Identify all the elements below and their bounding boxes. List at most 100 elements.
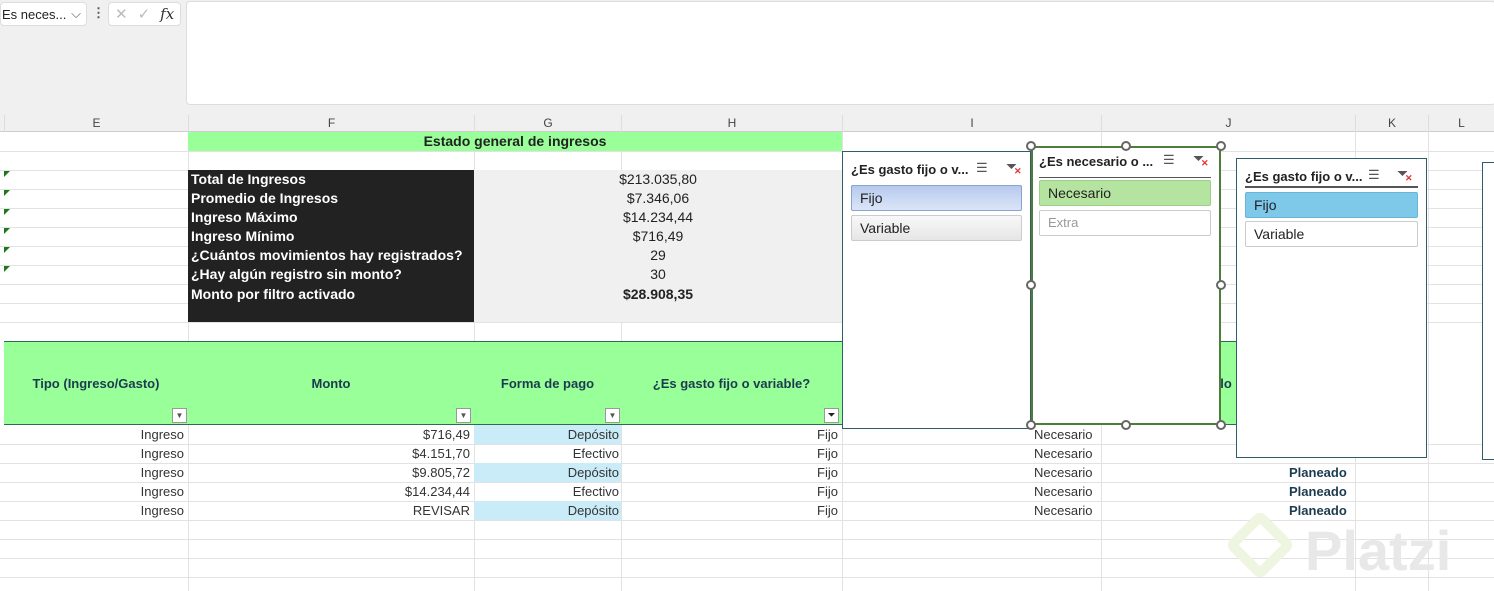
clear-filter-icon[interactable]: ⏷ ✕: [1006, 158, 1022, 176]
platzi-watermark: Platzi: [1224, 509, 1451, 583]
slicer-title: ¿Es gasto fijo o v...: [851, 162, 969, 177]
multi-select-icon[interactable]: ☰: [976, 160, 988, 176]
filter-dropdown-button[interactable]: ▼: [605, 408, 620, 423]
cell-nec[interactable]: Necesario: [1034, 425, 1093, 444]
cell-nec[interactable]: Necesario: [1034, 501, 1093, 520]
header-monto: Monto: [311, 376, 351, 391]
summary-label: Total de Ingresos: [191, 171, 306, 187]
cell-fijo[interactable]: Fijo: [621, 425, 838, 444]
cell-plan[interactable]: Planeado: [1289, 484, 1347, 499]
error-indicator: [4, 247, 10, 253]
more-options-icon[interactable]: ⋮: [92, 5, 105, 21]
summary-title: Estado general de ingresos: [188, 132, 842, 151]
multi-select-icon[interactable]: ☰: [1163, 152, 1175, 168]
column-header-k[interactable]: K: [1355, 115, 1428, 132]
chevron-down-icon[interactable]: ⌵: [71, 6, 81, 22]
cell-tipo[interactable]: Ingreso: [4, 425, 184, 444]
cell-monto[interactable]: REVISAR: [188, 501, 470, 520]
resize-handle[interactable]: [1216, 280, 1226, 290]
error-indicator: [4, 209, 10, 215]
column-header-l[interactable]: L: [1428, 115, 1494, 132]
error-indicator: [4, 171, 10, 177]
resize-handle[interactable]: [1121, 420, 1131, 430]
column-header-e[interactable]: E: [4, 115, 188, 132]
cell-pago[interactable]: Depósito: [474, 425, 621, 444]
cell-monto[interactable]: $14.234,44: [188, 482, 470, 501]
summary-values: $213.035,80 $7.346,06 $14.234,44 $716,49…: [474, 170, 842, 322]
resize-handle[interactable]: [1026, 420, 1036, 430]
cell-nec[interactable]: Necesario: [1034, 444, 1093, 463]
name-box-value: Es neces...: [2, 7, 67, 22]
clear-filter-icon[interactable]: ⏷ ✕: [1193, 150, 1209, 168]
cancel-icon[interactable]: ✕: [115, 5, 128, 23]
cell-tipo[interactable]: Ingreso: [4, 444, 184, 463]
filter-active-icon[interactable]: ⏷: [824, 408, 839, 423]
column-header-i[interactable]: I: [842, 115, 1101, 132]
cell-fijo[interactable]: Fijo: [621, 463, 838, 482]
column-header-f[interactable]: F: [188, 115, 474, 132]
cell-plan[interactable]: Planeado: [1289, 465, 1347, 480]
slicer-title: ¿Es necesario o ...: [1039, 154, 1154, 169]
cell-plan[interactable]: Planeado: [1289, 503, 1347, 518]
summary-value: $28.908,35: [622, 286, 694, 302]
slicer-title: ¿Es gasto fijo o v...: [1245, 169, 1363, 184]
resize-handle[interactable]: [1026, 141, 1036, 151]
summary-label: ¿Cuántos movimientos hay registrados?: [191, 247, 463, 263]
cell-fijo[interactable]: Fijo: [621, 482, 838, 501]
filter-dropdown-button[interactable]: ▼: [172, 408, 187, 423]
summary-value: $14.234,44: [622, 209, 694, 225]
cell-tipo[interactable]: Ingreso: [4, 482, 184, 501]
header-fijo-variable: ¿Es gasto fijo o variable?: [652, 376, 811, 391]
cell-pago[interactable]: Depósito: [474, 501, 621, 520]
column-header-j[interactable]: J: [1101, 115, 1355, 132]
enter-icon[interactable]: ✓: [138, 5, 151, 23]
error-indicator: [4, 190, 10, 196]
summary-label: Monto por filtro activado: [191, 286, 356, 302]
column-header-h[interactable]: H: [621, 115, 842, 132]
header-forma-pago: Forma de pago: [500, 376, 595, 391]
resize-handle[interactable]: [1216, 420, 1226, 430]
slicer-partial[interactable]: [1482, 162, 1494, 460]
cell-nec[interactable]: Necesario: [1034, 482, 1093, 501]
resize-handle[interactable]: [1121, 141, 1131, 151]
slicer-fijo-variable-2[interactable]: ¿Es gasto fijo o v... ☰ ⏷ ✕ Fijo Variable: [1236, 158, 1427, 458]
formula-input[interactable]: [186, 1, 1494, 105]
summary-label: Promedio de Ingresos: [191, 190, 339, 206]
column-header-g[interactable]: G: [474, 115, 621, 132]
cell-pago[interactable]: Efectivo: [474, 444, 619, 463]
slicer-fijo-variable[interactable]: ¿Es gasto fijo o v... ☰ ⏷ ✕ Fijo Variable: [842, 151, 1031, 429]
insert-function-icon[interactable]: fx: [160, 5, 174, 23]
clear-filter-icon[interactable]: ⏷ ✕: [1397, 165, 1413, 183]
formula-buttons: ✕ ✓ fx: [108, 2, 181, 26]
slicer-necesario-extra[interactable]: ¿Es necesario o ... ☰ ⏷ ✕ Necesario Extra: [1031, 146, 1221, 425]
cell-monto[interactable]: $716,49: [188, 425, 470, 444]
error-indicator: [4, 266, 10, 272]
summary-value: 30: [650, 266, 666, 282]
slicer-item-fijo[interactable]: Fijo: [1245, 192, 1418, 218]
cell-monto[interactable]: $4.151,70: [188, 444, 470, 463]
cell-tipo[interactable]: Ingreso: [4, 463, 184, 482]
summary-label: Ingreso Máximo: [191, 209, 298, 225]
cell-pago[interactable]: Depósito: [474, 463, 621, 482]
summary-label: ¿Hay algún registro sin monto?: [191, 266, 402, 282]
cell-fijo[interactable]: Fijo: [621, 501, 838, 520]
multi-select-icon[interactable]: ☰: [1368, 167, 1380, 183]
cell-monto[interactable]: $9.805,72: [188, 463, 470, 482]
resize-handle[interactable]: [1216, 141, 1226, 151]
cell-tipo[interactable]: Ingreso: [4, 501, 184, 520]
cell-nec[interactable]: Necesario: [1034, 463, 1093, 482]
slicer-item-fijo[interactable]: Fijo: [851, 185, 1022, 211]
resize-handle[interactable]: [1026, 280, 1036, 290]
cell-fijo[interactable]: Fijo: [621, 444, 838, 463]
summary-value: $7.346,06: [626, 190, 690, 206]
slicer-item-variable[interactable]: Variable: [851, 215, 1022, 241]
filter-dropdown-button[interactable]: ▼: [456, 408, 471, 423]
slicer-item-necesario[interactable]: Necesario: [1039, 180, 1211, 206]
name-box[interactable]: Es neces... ⌵: [0, 2, 87, 26]
cell-pago[interactable]: Efectivo: [474, 482, 619, 501]
slicer-item-extra[interactable]: Extra: [1039, 210, 1211, 236]
header-tipo: Tipo (Ingreso/Gasto): [32, 376, 160, 391]
slicer-item-variable[interactable]: Variable: [1245, 221, 1418, 247]
summary-value: $213.035,80: [619, 171, 697, 187]
error-indicator: [4, 228, 10, 234]
